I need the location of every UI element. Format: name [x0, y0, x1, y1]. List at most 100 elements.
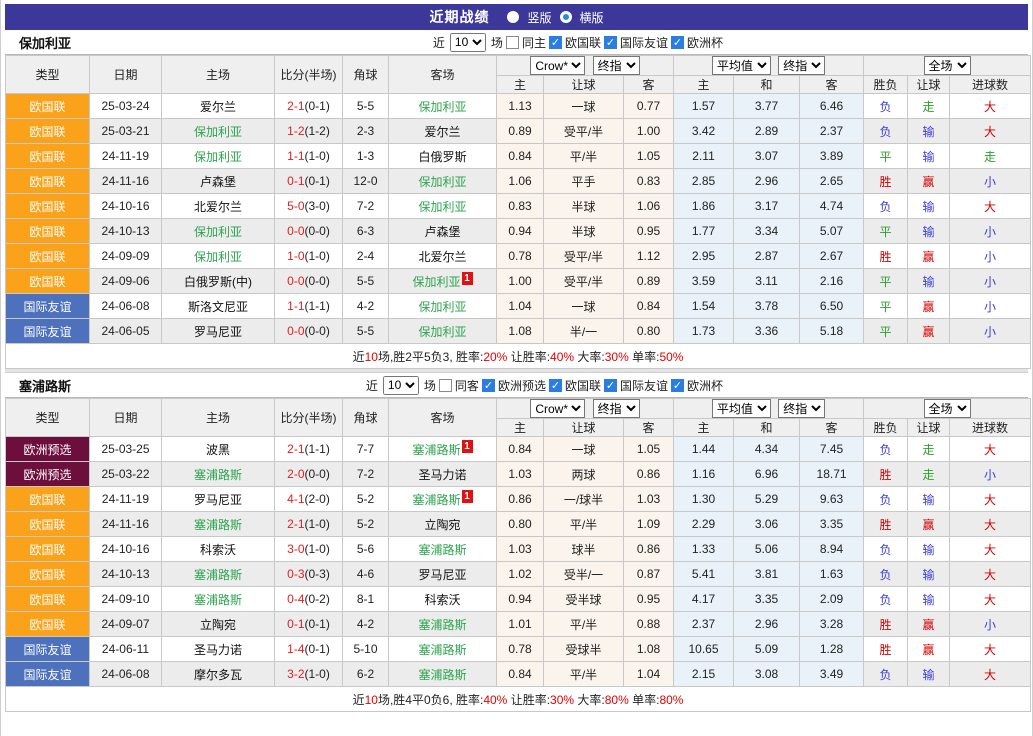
crow-away-odds: 0.89	[624, 269, 674, 294]
match-count-select[interactable]: 10	[450, 33, 486, 52]
halftime-score: (1-1)	[305, 442, 330, 456]
avg-home-odds: 1.54	[674, 294, 734, 319]
score: 1-0(1-0)	[275, 244, 343, 269]
crow-home-odds: 0.83	[497, 194, 544, 219]
avg-stage-select[interactable]: 终指	[778, 399, 825, 418]
away-team: 立陶宛	[389, 512, 497, 537]
result-handicap: 输	[908, 487, 950, 512]
odds-stage-select[interactable]: 终指	[593, 56, 640, 75]
corner-score: 4-2	[343, 612, 389, 637]
match-row: 欧国联24-11-16卢森堡0-1(0-1)12-0保加利亚1.06平手0.83…	[6, 169, 1031, 194]
avg-home-odds: 2.85	[674, 169, 734, 194]
corner-score: 5-5	[343, 94, 389, 119]
fulltime-score: 3-0	[287, 542, 304, 556]
corner-score: 7-2	[343, 194, 389, 219]
result-outcome: 负	[864, 562, 908, 587]
average-select[interactable]: 平均值	[712, 399, 771, 418]
team-name: 斯洛文尼亚	[188, 300, 248, 314]
bookmaker-select[interactable]: Crow*	[530, 399, 585, 418]
fulltime-select[interactable]: 全场	[924, 56, 971, 75]
away-team: 塞浦路斯1	[389, 437, 497, 462]
league-badge: 欧国联	[6, 169, 90, 194]
crow-away-odds: 1.05	[624, 437, 674, 462]
col-home: 主场	[162, 399, 275, 437]
result-handicap: 赢	[908, 637, 950, 662]
result-goals: 大	[950, 487, 1031, 512]
away-team: 塞浦路斯	[389, 662, 497, 687]
league-checkbox-euroqual[interactable]	[482, 379, 495, 392]
crow-home-odds: 1.06	[497, 169, 544, 194]
match-row: 欧国联24-10-16科索沃3-0(1-0)5-6塞浦路斯1.03球半0.861…	[6, 537, 1031, 562]
avg-home-odds: 2.29	[674, 512, 734, 537]
average-select[interactable]: 平均值	[712, 56, 771, 75]
avg-draw-odds: 6.96	[734, 462, 800, 487]
match-row: 欧国联24-11-16塞浦路斯2-1(1-0)5-2立陶宛0.80平/半1.09…	[6, 512, 1031, 537]
fulltime-score: 0-1	[287, 617, 304, 631]
crow-home-odds: 0.94	[497, 587, 544, 612]
league-checkbox-nations[interactable]	[549, 36, 562, 49]
league-checkbox-eurocup[interactable]	[671, 36, 684, 49]
away-team: 保加利亚	[389, 319, 497, 344]
match-row: 欧国联24-11-19保加利亚1-1(1-0)1-3白俄罗斯0.84平/半1.0…	[6, 144, 1031, 169]
avg-draw-odds: 3.08	[734, 662, 800, 687]
home-team: 塞浦路斯	[162, 462, 275, 487]
match-date: 24-11-19	[90, 144, 162, 169]
fulltime-score: 2-1	[287, 442, 304, 456]
score: 2-1(1-1)	[275, 437, 343, 462]
crow-home-odds: 1.13	[497, 94, 544, 119]
league-checkbox-friendly[interactable]	[604, 36, 617, 49]
bookmaker-select[interactable]: Crow*	[530, 56, 585, 75]
crow-handicap: 平手	[544, 169, 624, 194]
red-card-badge: 1	[462, 272, 473, 285]
avg-away-odds: 5.18	[800, 319, 864, 344]
same-venue-checkbox[interactable]	[506, 36, 519, 49]
avg-home-odds: 1.57	[674, 94, 734, 119]
league-checkbox-friendly[interactable]	[604, 379, 617, 392]
bookmaker-group: Crow* 终指	[497, 399, 674, 419]
team-name: 塞浦路斯	[194, 518, 242, 532]
match-count-select[interactable]: 10	[383, 376, 419, 395]
match-date: 25-03-25	[90, 437, 162, 462]
match-date: 25-03-21	[90, 119, 162, 144]
halftime-score: (0-1)	[305, 617, 330, 631]
horizontal-layout-radio[interactable]	[560, 11, 572, 23]
fulltime-group: 全场	[864, 399, 1031, 419]
team-name: 保加利亚	[194, 125, 242, 139]
result-handicap: 输	[908, 219, 950, 244]
same-venue-checkbox[interactable]	[439, 379, 452, 392]
fulltime-select[interactable]: 全场	[924, 399, 971, 418]
result-outcome: 负	[864, 587, 908, 612]
crow-away-odds: 1.04	[624, 662, 674, 687]
corner-score: 7-7	[343, 437, 389, 462]
result-goals: 大	[950, 119, 1031, 144]
result-goals: 小	[950, 319, 1031, 344]
halftime-score: (0-3)	[305, 567, 330, 581]
col-crow-home: 主	[497, 419, 544, 437]
vertical-layout-radio[interactable]	[507, 11, 519, 23]
crow-away-odds: 0.86	[624, 462, 674, 487]
team-name: 立陶宛	[424, 518, 460, 532]
match-date: 24-06-11	[90, 637, 162, 662]
result-goals: 大	[950, 94, 1031, 119]
halftime-score: (2-0)	[305, 492, 330, 506]
col-score: 比分(半场)	[275, 399, 343, 437]
match-date: 24-06-05	[90, 319, 162, 344]
league-badge: 国际友谊	[6, 294, 90, 319]
league-label: 欧国联	[565, 34, 601, 51]
away-team: 卢森堡	[389, 219, 497, 244]
halftime-score: (1-0)	[305, 542, 330, 556]
halftime-score: (0-0)	[305, 274, 330, 288]
crow-home-odds: 1.02	[497, 562, 544, 587]
crow-home-odds: 1.00	[497, 269, 544, 294]
score: 5-0(3-0)	[275, 194, 343, 219]
match-date: 24-09-09	[90, 244, 162, 269]
league-checkbox-eurocup[interactable]	[671, 379, 684, 392]
col-handicap-result: 让球	[908, 419, 950, 437]
col-outcome: 胜负	[864, 419, 908, 437]
avg-stage-select[interactable]: 终指	[778, 56, 825, 75]
red-card-badge: 1	[462, 440, 473, 453]
col-goals-result: 进球数	[950, 76, 1031, 94]
fulltime-score: 2-0	[287, 467, 304, 481]
odds-stage-select[interactable]: 终指	[593, 399, 640, 418]
league-checkbox-nations[interactable]	[549, 379, 562, 392]
